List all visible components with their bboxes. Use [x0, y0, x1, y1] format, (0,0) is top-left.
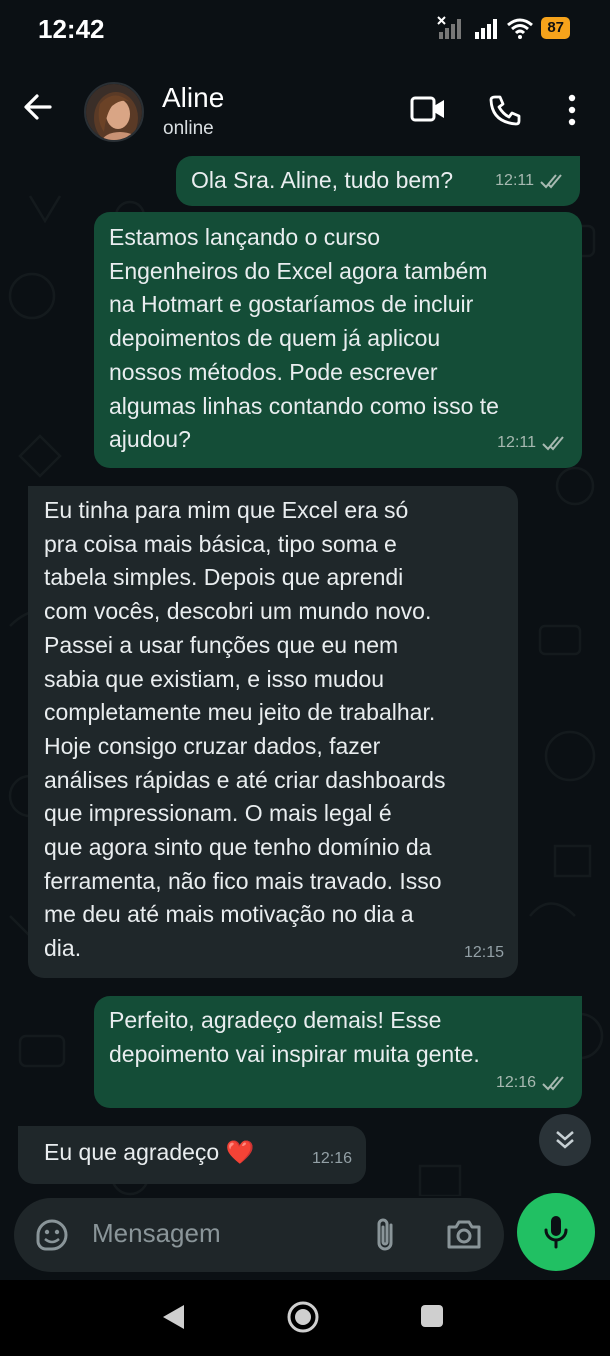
nav-recents-icon[interactable] [420, 1304, 444, 1328]
message-text: Eu que agradeço ❤️ [44, 1139, 255, 1165]
chat-area[interactable]: Ola Sra. Aline, tudo bem? 12:11 Estamos … [0, 156, 610, 1196]
system-nav-bar [0, 1280, 610, 1356]
message-text: Estamos lançando o curso Engenheiros do … [109, 224, 499, 453]
wifi-icon [507, 18, 534, 39]
read-receipt-icon [540, 174, 562, 189]
message-time: 12:15 [463, 944, 504, 962]
chat-header: Aline online [0, 60, 610, 156]
signal-icon [475, 19, 498, 39]
scroll-to-bottom-button[interactable] [539, 1114, 591, 1166]
read-receipt-icon [542, 1076, 564, 1091]
read-receipt-icon [542, 436, 564, 451]
message-bubble-incoming[interactable]: Eu tinha para mim que Excel era só pra c… [28, 486, 518, 978]
camera-icon[interactable] [446, 1218, 482, 1250]
message-time: 12:11 [497, 434, 536, 452]
microphone-icon [544, 1216, 568, 1249]
message-bubble-incoming[interactable]: Eu que agradeço ❤️ 12:16 [18, 1126, 366, 1184]
message-text: Perfeito, agradeço demais! Esse depoimen… [109, 1007, 480, 1067]
message-bubble-outgoing[interactable]: Perfeito, agradeço demais! Esse depoimen… [94, 996, 582, 1108]
avatar-photo [86, 84, 142, 140]
status-bar: 12:42 87 [0, 0, 610, 60]
message-time: 12:16 [495, 1074, 536, 1092]
message-meta: 12:16 [312, 1142, 352, 1176]
sticker-icon[interactable] [34, 1217, 70, 1253]
signal-off-icon [437, 16, 462, 39]
contact-status: online [163, 118, 214, 139]
voice-message-button[interactable] [517, 1193, 595, 1271]
message-meta: 12:15 [464, 936, 504, 970]
message-time: 12:11 [495, 172, 534, 190]
attach-icon[interactable] [372, 1216, 398, 1254]
message-time: 12:16 [311, 1150, 352, 1168]
status-time: 12:42 [38, 14, 105, 44]
double-chevron-down-icon [556, 1131, 574, 1149]
phone-call-icon[interactable] [488, 94, 522, 126]
battery-indicator: 87 [541, 17, 570, 39]
nav-home-icon[interactable] [286, 1300, 320, 1334]
message-composer: Mensagem [14, 1198, 504, 1272]
video-call-icon[interactable] [410, 94, 446, 124]
message-meta: 12:16 [496, 1066, 568, 1100]
more-options-icon[interactable] [566, 94, 578, 126]
message-text: Eu tinha para mim que Excel era só pra c… [44, 497, 446, 962]
message-meta: 12:11 [497, 426, 568, 460]
message-input[interactable]: Mensagem [92, 1218, 221, 1249]
message-text: Ola Sra. Aline, tudo bem? [191, 167, 454, 193]
nav-back-icon[interactable] [160, 1302, 186, 1332]
message-bubble-outgoing[interactable]: Estamos lançando o curso Engenheiros do … [94, 212, 582, 468]
status-icons: 87 [437, 16, 570, 40]
message-meta: 12:11 [495, 164, 566, 198]
back-arrow-icon[interactable] [22, 92, 54, 122]
avatar[interactable] [84, 82, 144, 142]
message-bubble-outgoing[interactable]: Ola Sra. Aline, tudo bem? 12:11 [176, 156, 580, 206]
contact-name[interactable]: Aline [162, 82, 224, 114]
